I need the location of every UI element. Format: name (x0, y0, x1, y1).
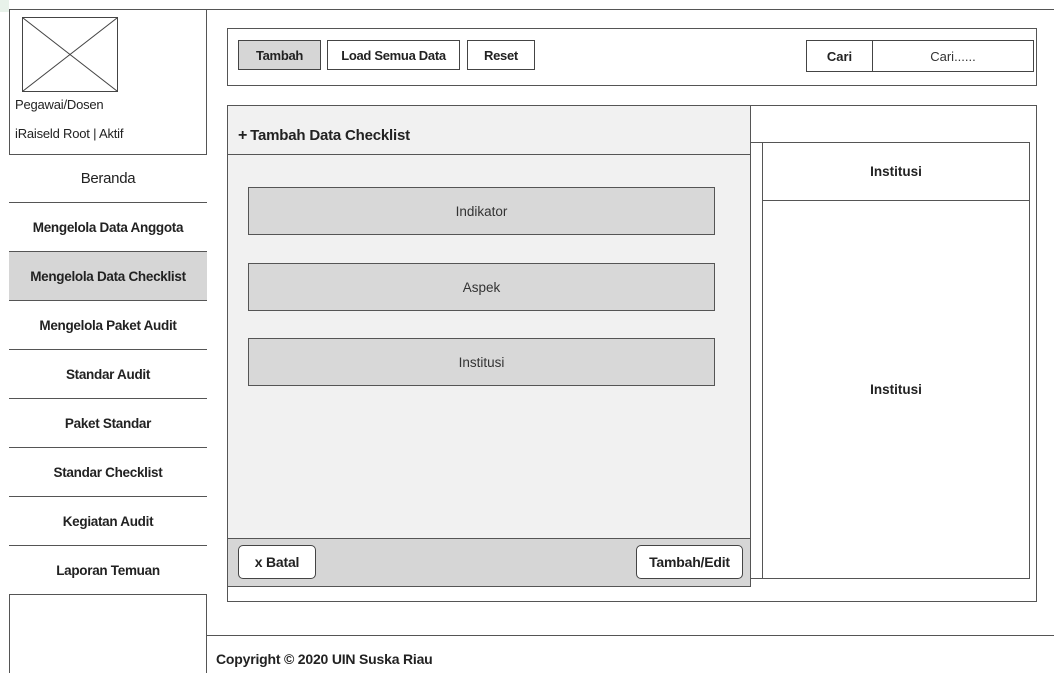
aspek-field[interactable]: Aspek (248, 263, 715, 311)
search-button[interactable]: Cari (806, 40, 873, 72)
indikator-field[interactable]: Indikator (248, 187, 715, 235)
user-status: iRaiseld Root | Aktif (15, 126, 124, 141)
plus-icon: + (238, 127, 248, 144)
modal-title: + Tambah Data Checklist (238, 127, 410, 145)
reset-button[interactable]: Reset (467, 40, 535, 70)
copyright-text: Copyright © 2020 UIN Suska Riau (216, 651, 433, 667)
sidebar-item-data-anggota[interactable]: Mengelola Data Anggota (9, 203, 207, 252)
table-cell-institusi: Institusi (870, 382, 922, 397)
sidebar-item-standar-checklist[interactable]: Standar Checklist (9, 448, 207, 497)
sidebar-item-laporan-temuan[interactable]: Laporan Temuan (9, 546, 207, 595)
user-role: Pegawai/Dosen (15, 97, 104, 112)
sidebar-item-beranda[interactable]: Beranda (9, 154, 207, 203)
search-input[interactable] (873, 40, 1034, 72)
footer-divider (206, 635, 1054, 636)
cancel-button[interactable]: x Batal (238, 545, 316, 579)
sidebar-item-paket-audit[interactable]: Mengelola Paket Audit (9, 301, 207, 350)
sidebar-item-standar-audit[interactable]: Standar Audit (9, 350, 207, 399)
institusi-field[interactable]: Institusi (248, 338, 715, 386)
sidebar-item-kegiatan-audit[interactable]: Kegiatan Audit (9, 497, 207, 546)
left-edge-decoration (0, 0, 9, 12)
sidebar-item-paket-standar[interactable]: Paket Standar (9, 399, 207, 448)
add-edit-button[interactable]: Tambah/Edit (636, 545, 743, 579)
logo-placeholder-image (22, 17, 118, 92)
modal-title-text: Tambah Data Checklist (250, 127, 410, 144)
modal-header-divider (227, 154, 751, 155)
add-button[interactable]: Tambah (238, 40, 321, 70)
sidebar-item-data-checklist[interactable]: Mengelola Data Checklist (9, 252, 207, 301)
load-all-button[interactable]: Load Semua Data (327, 40, 460, 70)
table-header-institusi: Institusi (870, 164, 922, 179)
